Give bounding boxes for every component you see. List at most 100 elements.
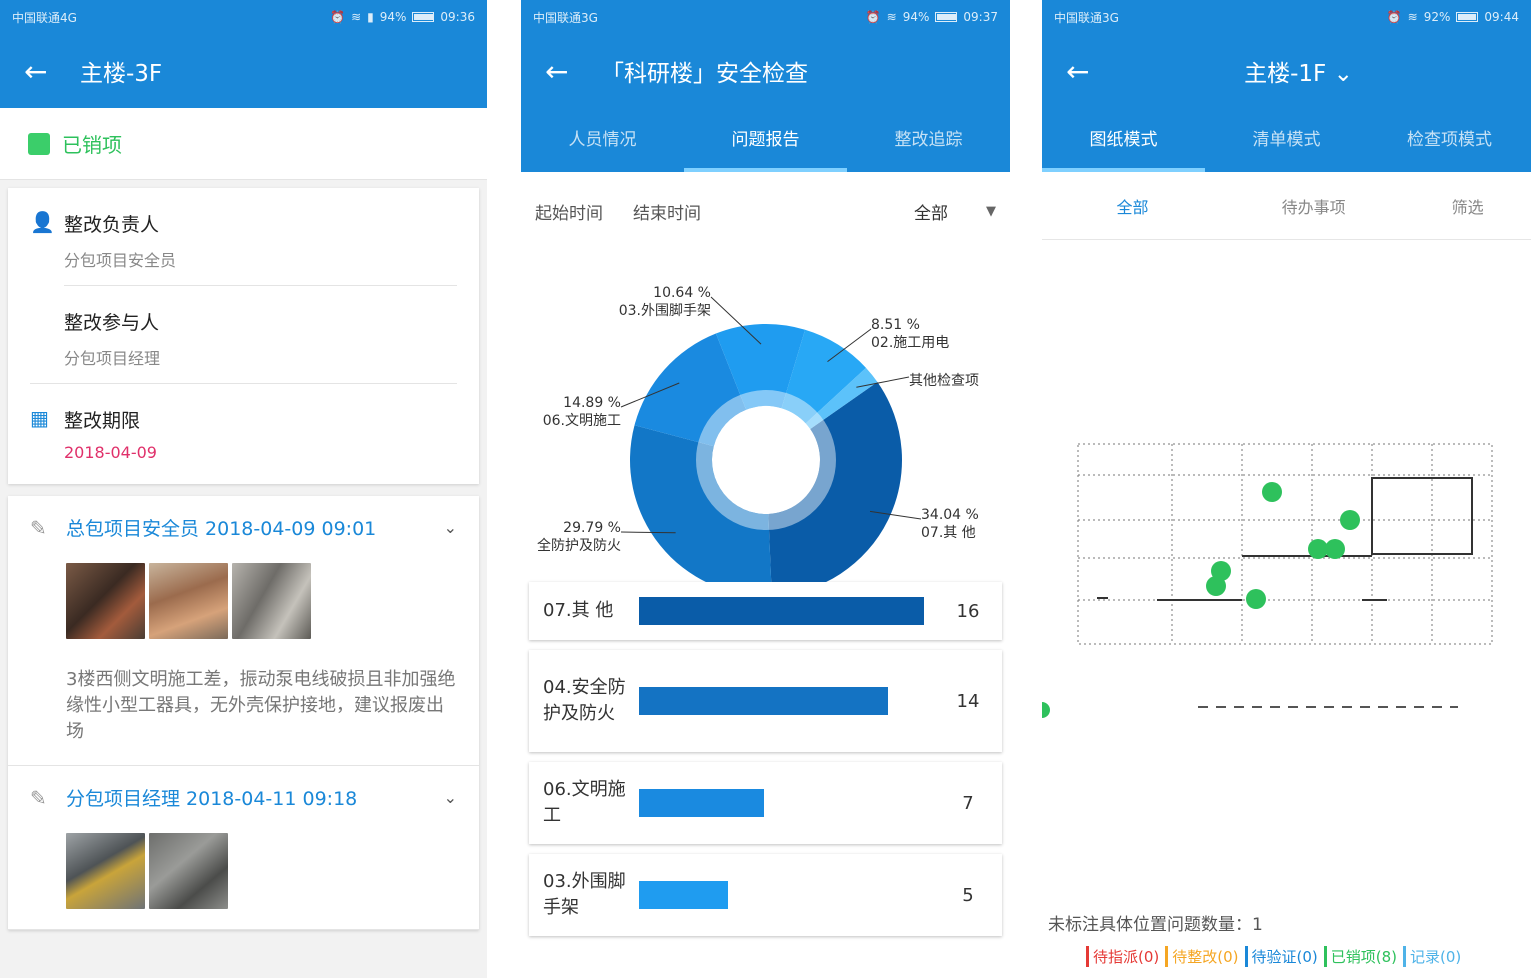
back-arrow-icon[interactable]: ← — [24, 55, 80, 88]
battery-text: 94% — [379, 10, 407, 24]
floor-plan-drawing[interactable] — [1042, 240, 1531, 760]
bar-label: 07.其 他 — [543, 600, 614, 621]
pencil-icon: ✎ — [30, 785, 47, 810]
pencil-icon: ✎ — [30, 515, 47, 540]
tab-tracking[interactable]: 整改追踪 — [847, 108, 1010, 172]
page-title: 主楼-3F — [80, 61, 163, 87]
bar-row[interactable]: 07.其 他 16 — [529, 582, 1002, 640]
person-icon: 👤 — [30, 210, 55, 234]
back-arrow-icon[interactable]: ← — [1066, 55, 1122, 88]
alarm-icon: ⏰ — [330, 10, 346, 24]
responsible-label: 整改负责人 — [64, 214, 160, 236]
slice-percent-label: 14.89 % — [563, 395, 621, 411]
battery-icon — [412, 12, 435, 22]
donut-chart: 34.04 % 07.其 他 29.79 % 全防护及防火 14.89 % 06.文明施工… — [521, 250, 1010, 596]
tab-issue-report[interactable]: 问题报告 — [684, 108, 847, 172]
tab-drawing-mode[interactable]: 图纸模式 — [1042, 108, 1205, 172]
dropdown-arrow-icon: ▼ — [986, 203, 996, 219]
app-bar: 中国联通3G ⏰ ≋ 94% 09:37 ← 「科研楼」安全检查 人员情况 问题… — [521, 0, 1010, 172]
issue-markers — [1206, 482, 1360, 609]
bar-fill — [639, 881, 729, 909]
end-time-filter[interactable]: 结束时间 — [633, 199, 701, 224]
log-header: 分包项目经理 2018-04-11 09:18 — [66, 788, 358, 810]
bar-row[interactable]: 04.安全防护及防火 14 — [529, 650, 1002, 752]
bar-value: 5 — [962, 884, 974, 906]
chevron-down-icon[interactable]: ⌄ — [444, 518, 457, 537]
pie-slice[interactable] — [768, 381, 902, 596]
legend-item[interactable]: 待整改(0) — [1165, 946, 1239, 967]
start-time-filter[interactable]: 起始时间 — [535, 199, 603, 224]
issue-marker[interactable] — [1340, 510, 1360, 530]
category-select-value: 全部 — [914, 203, 948, 224]
site-photo[interactable] — [232, 563, 311, 639]
bar-label: 06.文明施工 — [543, 779, 626, 826]
phone-floor-plan: 中国联通3G ⏰ ≋ 92% 09:44 ← 主楼-1F ⌄ 图纸模式 清单模式… — [1042, 0, 1531, 978]
issue-marker[interactable] — [1262, 482, 1282, 502]
clock-text: 09:44 — [1484, 10, 1519, 24]
status-bar: 中国联通3G ⏰ ≋ 94% 09:37 — [521, 0, 1010, 34]
participant-row: 整改参与人 分包项目经理 — [8, 286, 479, 383]
issue-marker[interactable] — [1246, 589, 1266, 609]
issue-marker[interactable] — [1325, 539, 1345, 559]
subtab-filter[interactable]: 筛选 — [1404, 194, 1531, 218]
bar-fill — [639, 789, 764, 817]
log-entry[interactable]: ✎ 分包项目经理 2018-04-11 09:18 ⌄ — [8, 766, 479, 930]
chevron-down-icon[interactable]: ⌄ — [444, 788, 457, 807]
tab-bar: 人员情况 问题报告 整改追踪 — [521, 108, 1010, 172]
issue-marker[interactable] — [1206, 576, 1226, 596]
page-title: 「科研楼」安全检查 — [601, 61, 808, 87]
bar-value: 7 — [962, 792, 974, 814]
site-photo[interactable] — [149, 833, 228, 909]
slice-name-label: 全防护及防火 — [537, 537, 621, 554]
bar-row[interactable]: 03.外围脚手架 5 — [529, 854, 1002, 936]
floor-selector[interactable]: 主楼-1F ⌄ — [1122, 54, 1475, 88]
phone-inspection-report: 中国联通3G ⏰ ≋ 94% 09:37 ← 「科研楼」安全检查 人员情况 问题… — [521, 0, 1010, 978]
participant-label: 整改参与人 — [64, 312, 160, 334]
tab-personnel[interactable]: 人员情况 — [521, 108, 684, 172]
bar-fill — [639, 597, 924, 625]
donut-chart-svg: 34.04 % 07.其 他 29.79 %全防护及防火 14.89 % 06.文明施工… — [537, 285, 979, 596]
subtab-todo[interactable]: 待办事项 — [1223, 194, 1404, 218]
tab-check-item-mode[interactable]: 检查项模式 — [1368, 108, 1531, 172]
deadline-value: 2018-04-09 — [64, 443, 157, 462]
alarm-icon: ⏰ — [1386, 10, 1402, 24]
category-select[interactable]: 全部 ▼ — [914, 199, 996, 224]
clock-text: 09:36 — [440, 10, 475, 24]
bar-row[interactable]: 06.文明施工 7 — [529, 762, 1002, 844]
site-photo[interactable] — [66, 833, 145, 909]
battery-text: 94% — [902, 10, 930, 24]
legend-item[interactable]: 待指派(0) — [1086, 946, 1159, 967]
toolbar: ← 「科研楼」安全检查 — [521, 34, 1010, 108]
toolbar: ← 主楼-1F ⌄ — [1042, 34, 1531, 108]
status-legend: 待指派(0) 待整改(0) 待验证(0) 已销项(8) 记录(0) — [1086, 946, 1461, 967]
status-badge: 已销项 — [0, 108, 487, 180]
legend-item[interactable]: 记录(0) — [1403, 946, 1461, 967]
deadline-row: ▦ 整改期限 2018-04-09 — [8, 384, 479, 484]
subtab-all[interactable]: 全部 — [1042, 194, 1223, 218]
wifi-icon: ≋ — [1407, 10, 1418, 24]
site-photo[interactable] — [66, 563, 145, 639]
mode-tab-bar: 图纸模式 清单模式 检查项模式 — [1042, 108, 1531, 172]
floor-title: 主楼-1F — [1244, 61, 1327, 87]
signal-icon: ▮ — [367, 10, 374, 24]
slice-percent-label: 8.51 % — [871, 317, 920, 333]
bar-value: 14 — [956, 690, 980, 712]
log-header: 总包项目安全员 2018-04-09 09:01 — [66, 518, 377, 540]
legend-item[interactable]: 待验证(0) — [1244, 946, 1318, 967]
log-entry[interactable]: ✎ 总包项目安全员 2018-04-09 09:01 ⌄ 3楼西侧文明施工差，振… — [8, 496, 479, 766]
legend-item[interactable]: 已销项(8) — [1323, 946, 1397, 967]
battery-text: 92% — [1423, 10, 1451, 24]
offscreen-marker[interactable] — [1042, 702, 1050, 718]
slice-name-label: 其他检查项 — [909, 373, 979, 389]
toolbar: ← 主楼-3F — [0, 34, 487, 108]
back-arrow-icon[interactable]: ← — [545, 55, 601, 88]
filter-bar: 起始时间 结束时间 全部 ▼ — [521, 172, 1010, 250]
photo-strip — [66, 563, 457, 639]
responsible-row: 👤 整改负责人 分包项目安全员 — [8, 188, 479, 285]
slice-name-label: 02.施工用电 — [871, 335, 949, 351]
alarm-icon: ⏰ — [865, 10, 881, 24]
status-label: 已销项 — [62, 133, 122, 157]
site-photo[interactable] — [149, 563, 228, 639]
battery-icon — [935, 12, 958, 22]
tab-list-mode[interactable]: 清单模式 — [1205, 108, 1368, 172]
